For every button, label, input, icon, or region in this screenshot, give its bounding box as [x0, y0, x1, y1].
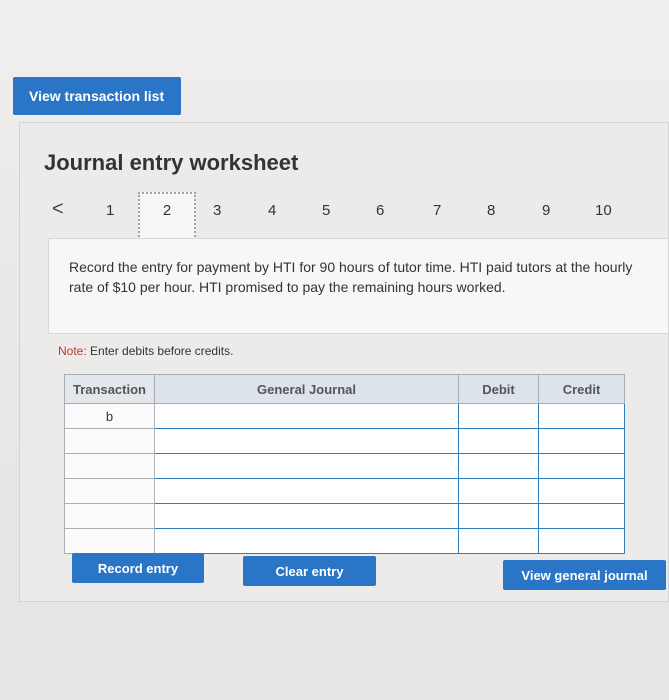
- page-8[interactable]: 8: [487, 202, 495, 219]
- credit-input[interactable]: [538, 478, 625, 504]
- page-2-active[interactable]: 2: [138, 192, 196, 244]
- debit-input[interactable]: [458, 403, 539, 429]
- general-journal-input[interactable]: [154, 528, 459, 554]
- header-transaction: Transaction: [64, 374, 155, 404]
- view-transaction-list-button[interactable]: View transaction list: [13, 77, 181, 115]
- table-row: [64, 478, 625, 504]
- journal-table: Transaction General Journal Debit Credit…: [64, 374, 625, 554]
- transaction-cell: [64, 528, 155, 554]
- note-text: Enter debits before credits.: [90, 344, 234, 358]
- general-journal-input[interactable]: [154, 403, 459, 429]
- page-5[interactable]: 5: [322, 202, 330, 219]
- page-7[interactable]: 7: [433, 202, 441, 219]
- page-9[interactable]: 9: [542, 202, 550, 219]
- debit-input[interactable]: [458, 503, 539, 529]
- debit-input[interactable]: [458, 528, 539, 554]
- transaction-cell: [64, 478, 155, 504]
- page-title: Journal entry worksheet: [44, 150, 299, 175]
- credit-input[interactable]: [538, 403, 625, 429]
- transaction-cell: b: [64, 403, 155, 429]
- page-6[interactable]: 6: [376, 202, 384, 219]
- table-row: b: [64, 403, 625, 429]
- page-4[interactable]: 4: [268, 202, 276, 219]
- debit-input[interactable]: [458, 478, 539, 504]
- debit-input[interactable]: [458, 453, 539, 479]
- debit-input[interactable]: [458, 428, 539, 454]
- table-row: [64, 428, 625, 454]
- credit-input[interactable]: [538, 428, 625, 454]
- page-2-label: 2: [162, 202, 172, 219]
- general-journal-input[interactable]: [154, 453, 459, 479]
- note-label: Note:: [58, 344, 87, 358]
- page-3[interactable]: 3: [213, 202, 221, 219]
- credit-input[interactable]: [538, 453, 625, 479]
- table-row: [64, 528, 625, 554]
- header-credit: Credit: [538, 374, 625, 404]
- transaction-cell: [64, 453, 155, 479]
- transaction-cell: [64, 428, 155, 454]
- general-journal-input[interactable]: [154, 478, 459, 504]
- page-1[interactable]: 1: [106, 202, 114, 219]
- question-prompt: Record the entry for payment by HTI for …: [48, 238, 669, 334]
- record-entry-button[interactable]: Record entry: [72, 553, 204, 583]
- view-general-journal-button[interactable]: View general journal: [503, 560, 666, 590]
- credit-input[interactable]: [538, 528, 625, 554]
- header-debit: Debit: [458, 374, 539, 404]
- clear-entry-button[interactable]: Clear entry: [243, 556, 376, 586]
- transaction-cell: [64, 503, 155, 529]
- page-10[interactable]: 10: [595, 202, 612, 219]
- table-row: [64, 503, 625, 529]
- general-journal-input[interactable]: [154, 428, 459, 454]
- general-journal-input[interactable]: [154, 503, 459, 529]
- chevron-left-icon[interactable]: <: [52, 198, 64, 221]
- header-general-journal: General Journal: [154, 374, 459, 404]
- note: Note: Enter debits before credits.: [58, 344, 233, 358]
- pager: < 1 2 3 4 5 6 7 8 9 10: [50, 192, 650, 244]
- credit-input[interactable]: [538, 503, 625, 529]
- table-row: [64, 453, 625, 479]
